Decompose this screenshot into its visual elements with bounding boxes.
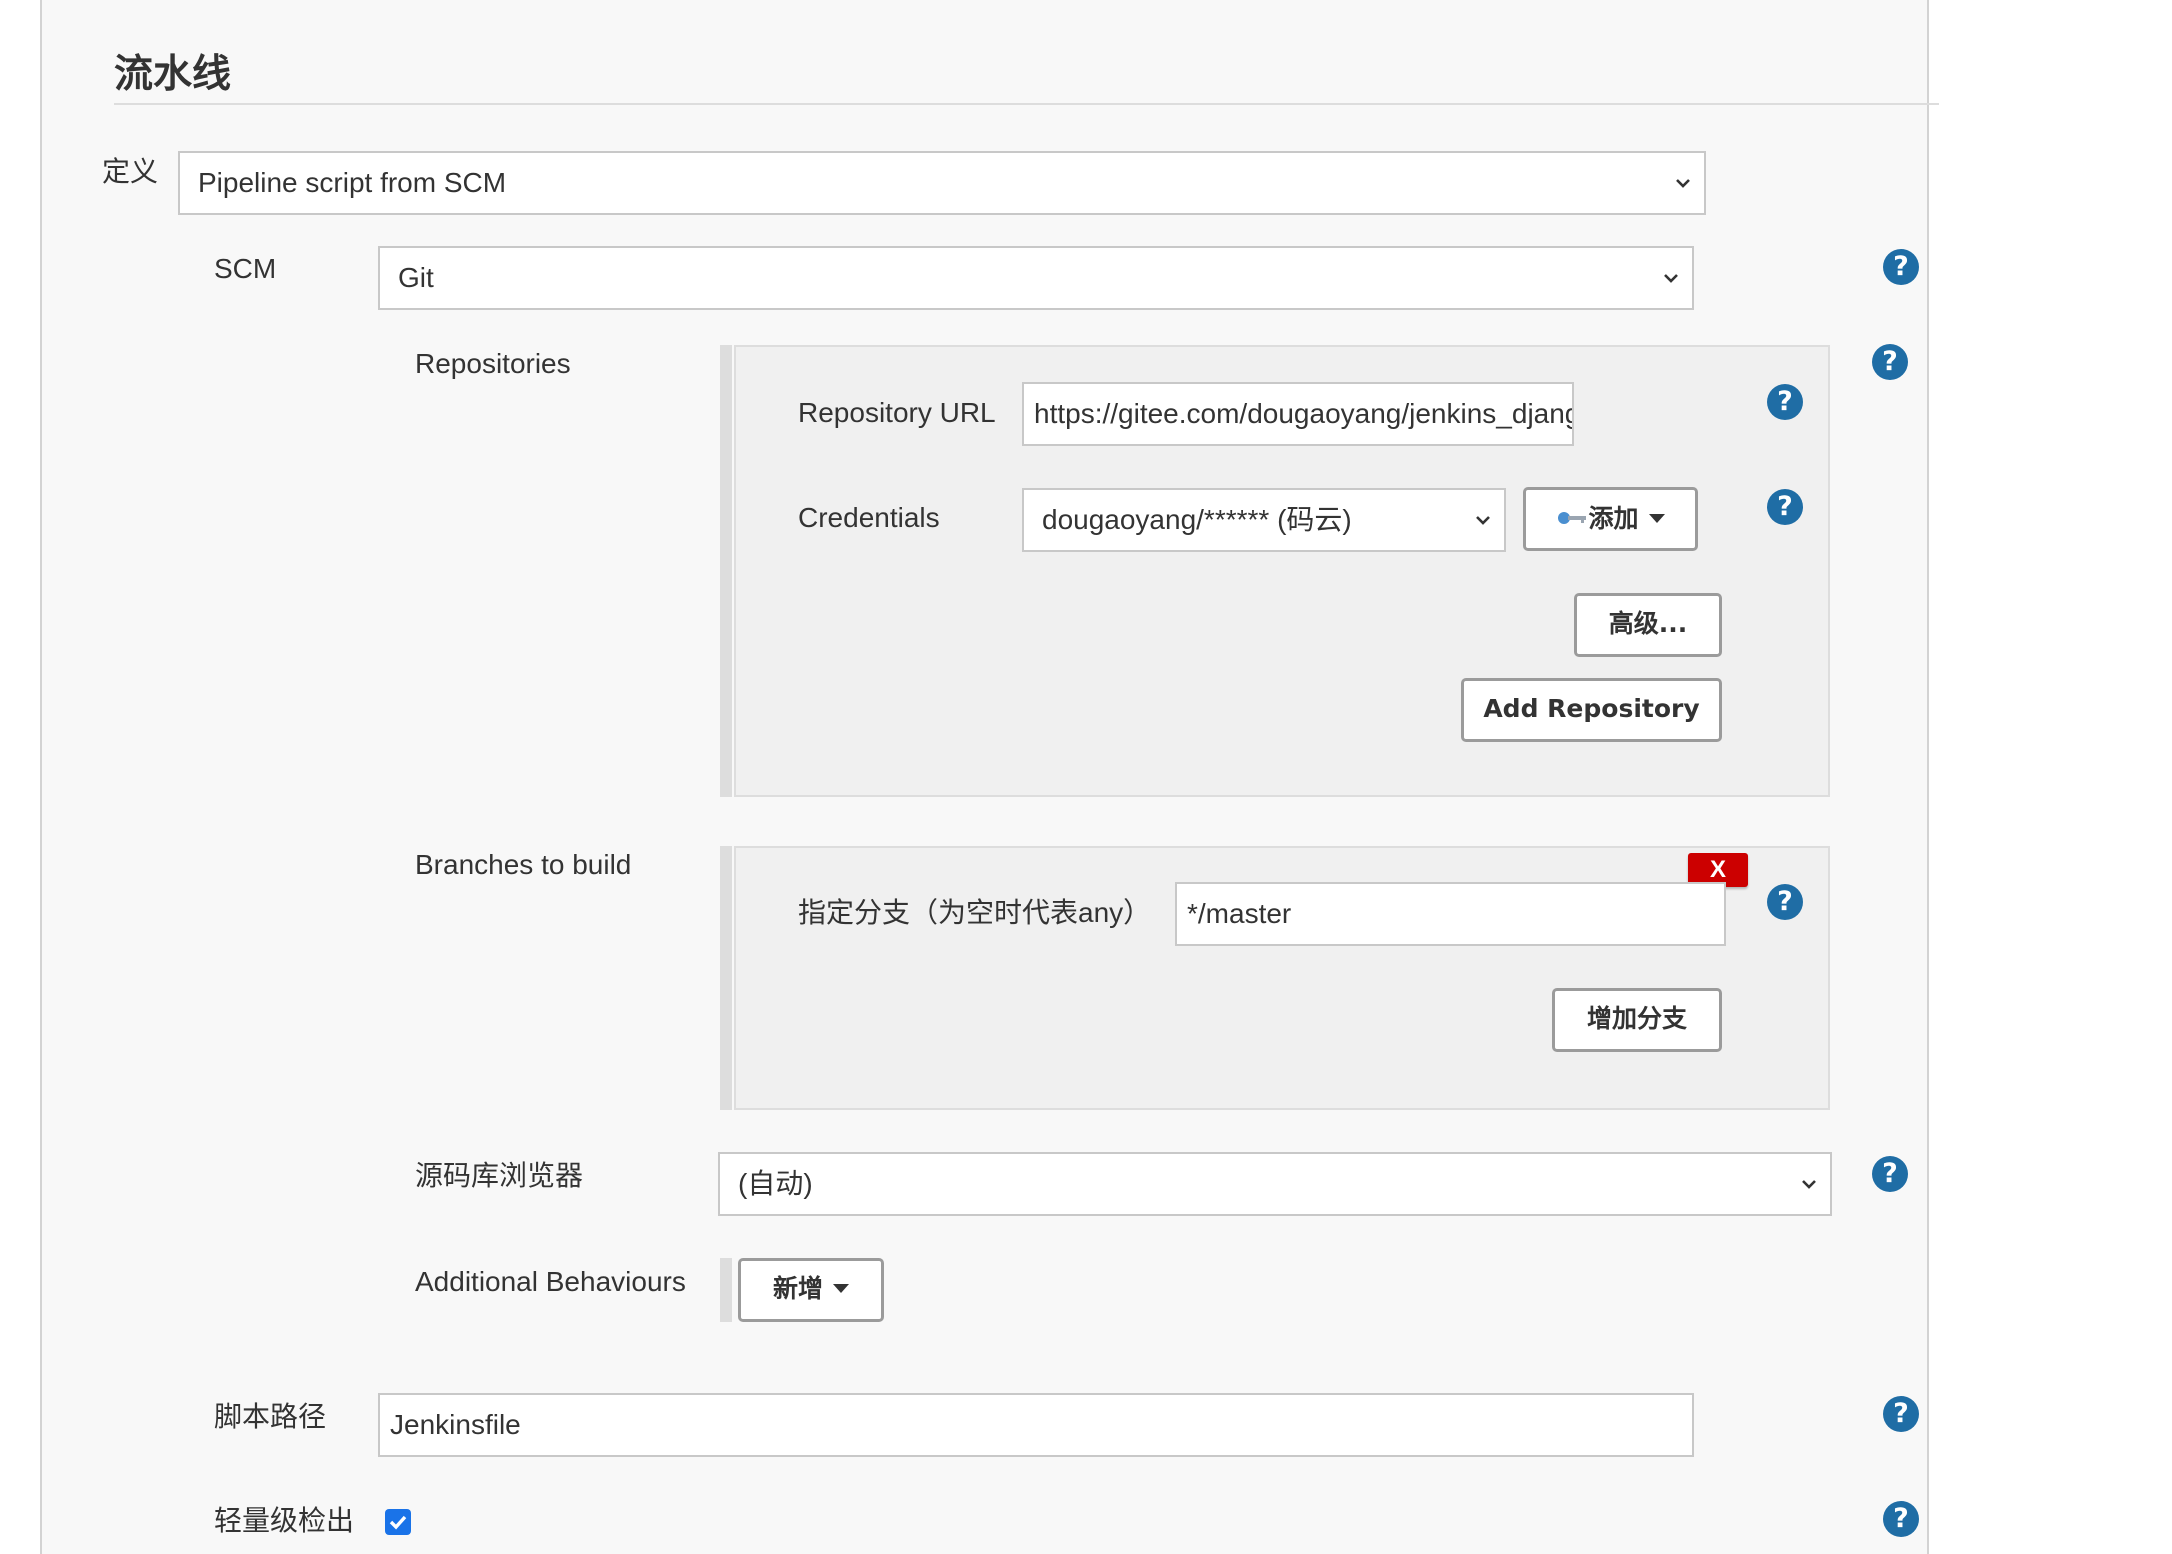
definition-select[interactable]: Pipeline script from SCM xyxy=(178,151,1706,215)
section-divider xyxy=(114,103,1939,105)
help-icon-repository-browser[interactable]: ? xyxy=(1872,1156,1908,1192)
add-credentials-button[interactable]: 添加 xyxy=(1523,487,1698,551)
definition-label: 定义 xyxy=(102,156,159,187)
add-branch-button[interactable]: 增加分支 xyxy=(1552,988,1722,1052)
credentials-label: Credentials xyxy=(798,502,940,533)
lightweight-checkout-label: 轻量级检出 xyxy=(214,1505,355,1536)
add-behaviour-label: 新增 xyxy=(772,1274,823,1303)
branches-group-bar xyxy=(720,846,732,1110)
script-path-label: 脚本路径 xyxy=(214,1401,327,1432)
scm-select-value: Git xyxy=(398,262,434,293)
chevron-down-icon xyxy=(1802,1180,1816,1189)
branch-specifier-input[interactable]: */master xyxy=(1175,882,1726,946)
add-repository-button[interactable]: Add Repository xyxy=(1461,678,1722,742)
help-icon-repository-url[interactable]: ? xyxy=(1767,384,1803,420)
pipeline-panel: 流水线 定义 Pipeline script from SCM SCM Git … xyxy=(40,0,1939,1554)
chevron-down-icon xyxy=(1676,179,1690,188)
repository-browser-select[interactable]: (自动) xyxy=(718,1152,1832,1216)
branch-specifier-label: 指定分支（为空时代表any） xyxy=(798,897,1152,928)
repository-browser-label: 源码库浏览器 xyxy=(415,1160,584,1191)
help-icon-script-path[interactable]: ? xyxy=(1883,1396,1919,1432)
caret-down-icon xyxy=(1648,514,1665,523)
additional-behaviours-label: Additional Behaviours xyxy=(415,1266,686,1297)
repositories-label: Repositories xyxy=(415,348,571,379)
script-path-input[interactable]: Jenkinsfile xyxy=(378,1393,1694,1457)
help-icon-lightweight-checkout[interactable]: ? xyxy=(1883,1501,1919,1537)
branches-label: Branches to build xyxy=(415,849,632,880)
behaviours-group-bar xyxy=(720,1258,732,1322)
help-icon-credentials[interactable]: ? xyxy=(1767,489,1803,525)
scm-select[interactable]: Git xyxy=(378,246,1694,310)
definition-select-value: Pipeline script from SCM xyxy=(198,167,507,198)
caret-down-icon xyxy=(833,1284,849,1293)
help-icon-repositories[interactable]: ? xyxy=(1872,344,1908,380)
help-icon-branch[interactable]: ? xyxy=(1767,884,1803,920)
credentials-select-value: dougaoyang/****** (码云) xyxy=(1042,504,1352,535)
repositories-group-bar xyxy=(720,345,732,797)
repository-browser-select-value: (自动) xyxy=(738,1168,813,1199)
advanced-button[interactable]: 高级... xyxy=(1574,593,1722,657)
credentials-select[interactable]: dougaoyang/****** (码云) xyxy=(1022,488,1506,552)
check-icon xyxy=(389,1515,407,1530)
add-credentials-label: 添加 xyxy=(1588,504,1639,533)
chevron-down-icon xyxy=(1476,516,1490,525)
chevron-down-icon xyxy=(1664,274,1678,283)
repository-url-input[interactable]: https://gitee.com/dougaoyang/jenkins_dja… xyxy=(1022,382,1574,446)
help-icon-scm[interactable]: ? xyxy=(1883,249,1919,285)
lightweight-checkout-checkbox[interactable] xyxy=(385,1509,411,1535)
add-behaviour-button[interactable]: 新增 xyxy=(738,1258,884,1322)
repository-url-label: Repository URL xyxy=(798,397,996,428)
scm-label: SCM xyxy=(214,253,277,284)
section-title: 流水线 xyxy=(114,52,232,97)
key-icon xyxy=(1558,512,1587,524)
